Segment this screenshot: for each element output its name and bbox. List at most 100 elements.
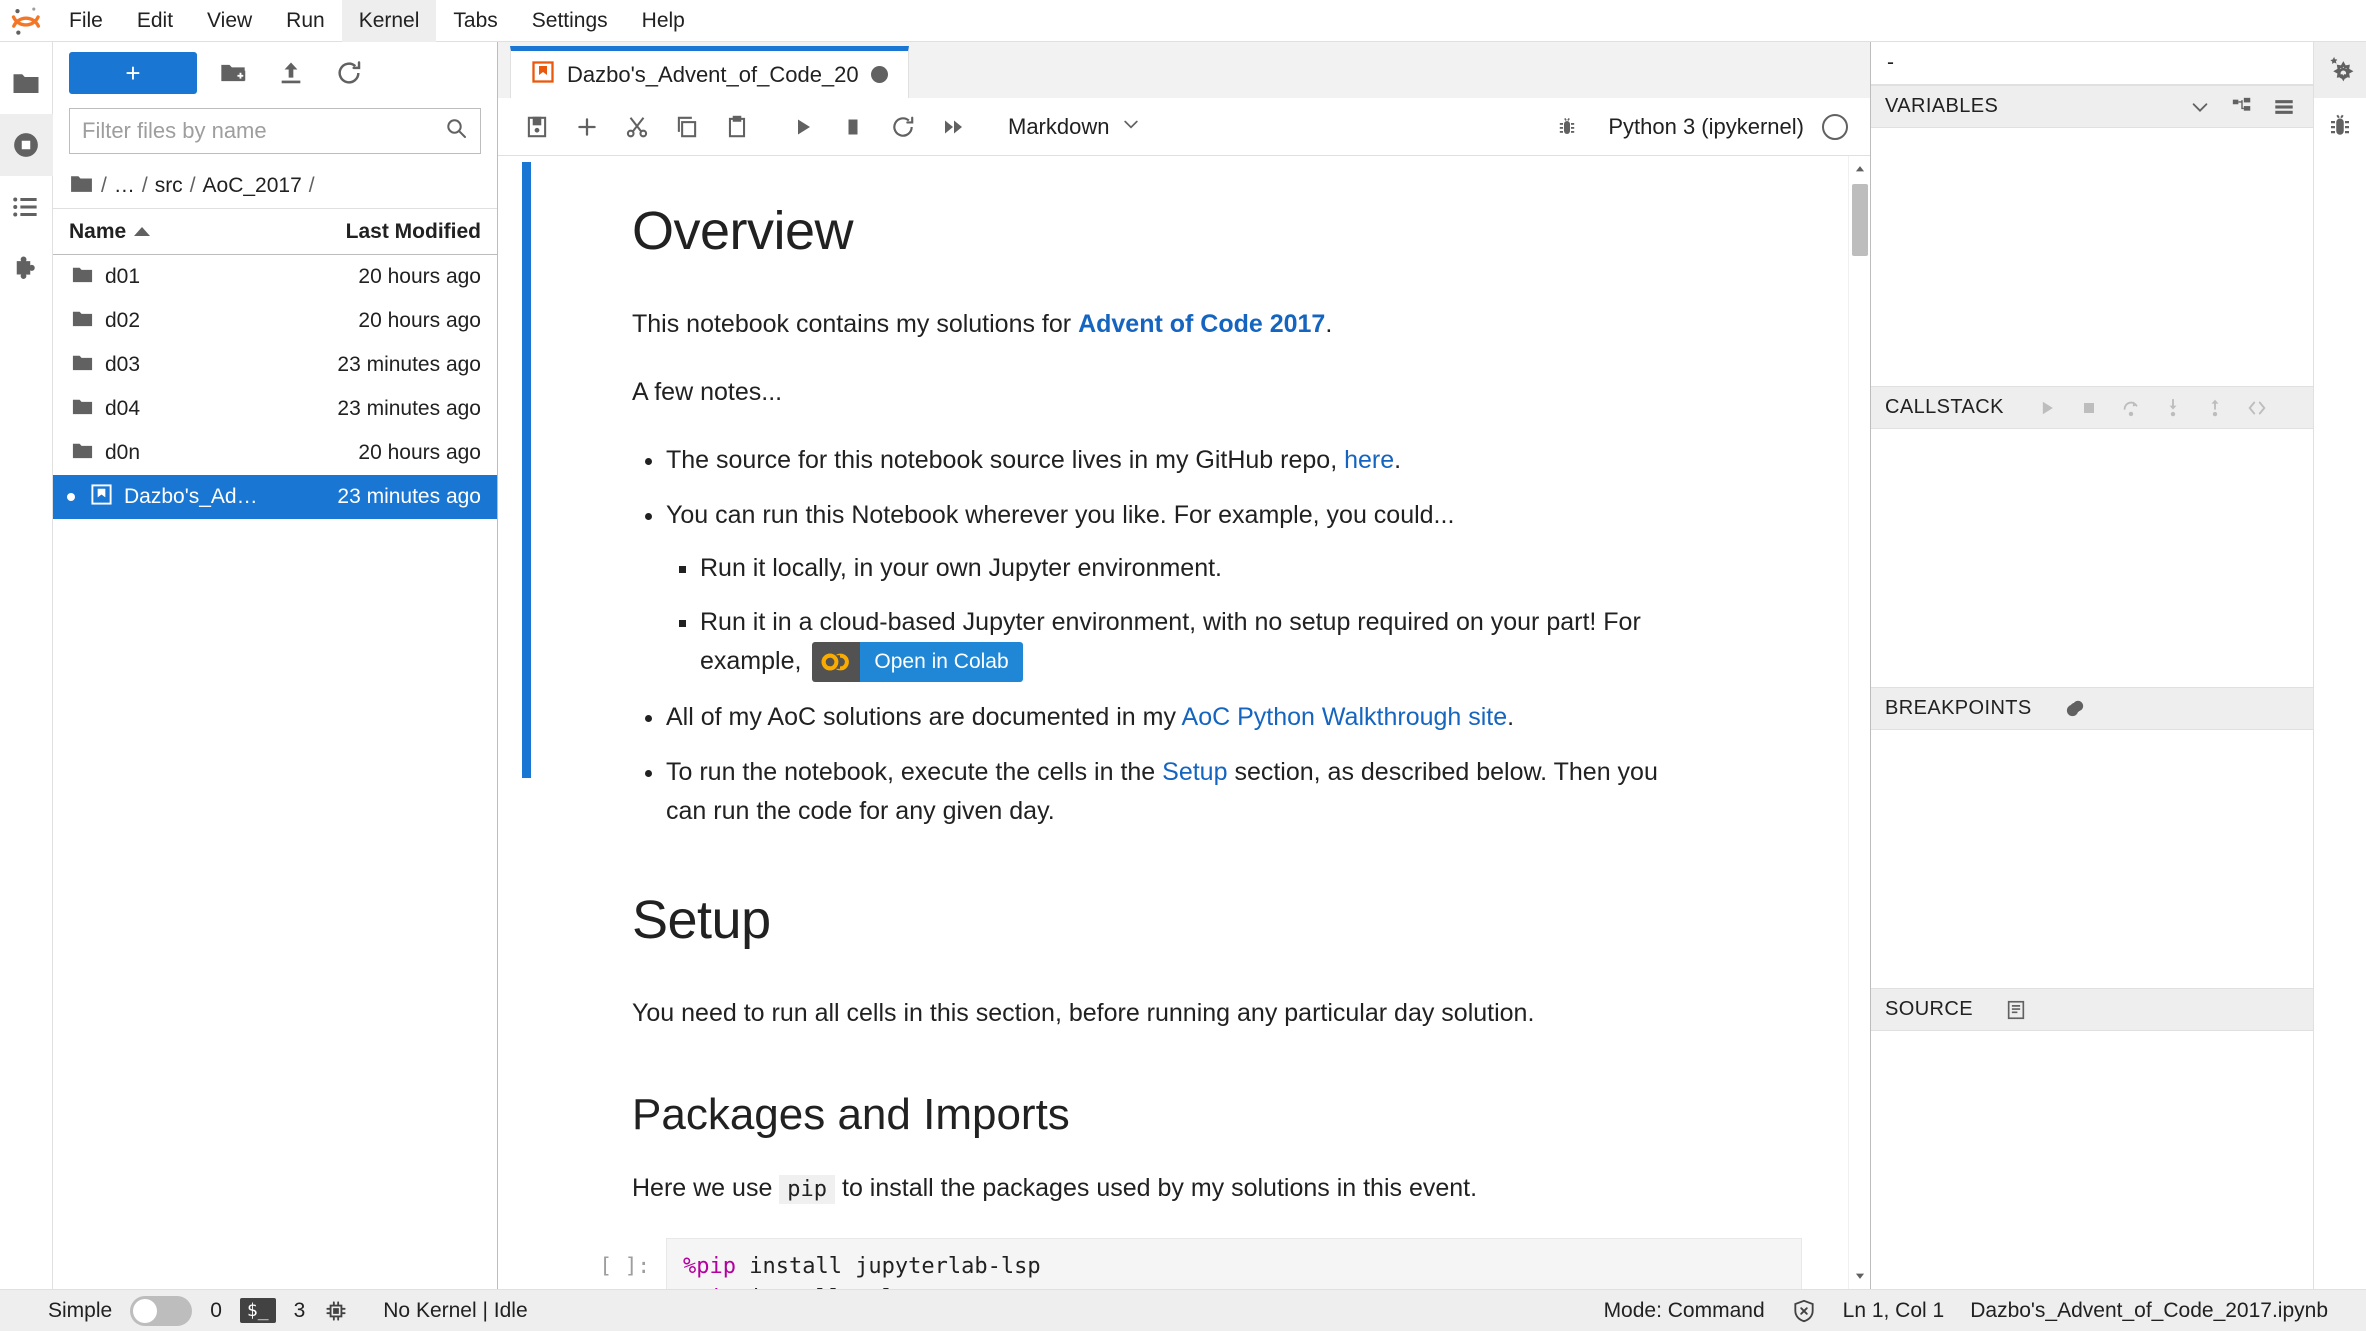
notebook-mode-indicator[interactable]: Mode: Command [1604, 1299, 1765, 1323]
menu-bar: File Edit View Run Kernel Tabs Settings … [0, 0, 2366, 42]
cell-type-dropdown[interactable]: Markdown [1002, 110, 1147, 144]
paste-icon[interactable] [714, 104, 760, 150]
menu-help[interactable]: Help [625, 0, 702, 42]
code-magic-token: %pip [683, 1253, 736, 1279]
sidebar-item-running-sessions[interactable] [0, 114, 53, 176]
menu-run[interactable]: Run [269, 0, 342, 42]
menu-view[interactable]: View [190, 0, 269, 42]
list-item[interactable]: d02 20 hours ago [53, 299, 497, 343]
property-inspector-gear-icon[interactable] [2313, 42, 2366, 98]
new-launcher-button[interactable]: + [69, 52, 197, 94]
stop-square-icon[interactable] [830, 104, 876, 150]
open-source-file-icon[interactable] [2001, 995, 2031, 1025]
tree-view-icon[interactable] [2227, 92, 2257, 122]
packages-suffix-text: to install the packages used by my solut… [835, 1174, 1478, 1203]
link-advent-of-code-2017[interactable]: Advent of Code 2017 [1078, 310, 1325, 338]
code-cell-pip-install[interactable]: [ ]: %pip install jupyterlab-lsp %pip in… [522, 1237, 1848, 1289]
right-activity-bar [2313, 42, 2366, 1289]
list-item[interactable]: d04 23 minutes ago [53, 387, 497, 431]
terminate-stop-square-icon[interactable] [2074, 393, 2104, 423]
sidebar-item-extension-manager[interactable] [0, 238, 53, 300]
search-input[interactable] [82, 118, 444, 144]
debugger-section-callstack-header[interactable]: CALLSTACK [1871, 386, 2313, 429]
tab-notebook-dazbos-advent-of-code[interactable]: Dazbo's_Advent_of_Code_20 [510, 46, 909, 98]
no-trust-shield-icon[interactable] [1791, 1298, 1817, 1324]
continue-play-icon[interactable] [2032, 393, 2062, 423]
menu-edit[interactable]: Edit [120, 0, 190, 42]
status-bar-right: Mode: Command Ln 1, Col 1 Dazbo's_Advent… [1604, 1298, 2366, 1324]
breakpoints-icon[interactable] [2060, 694, 2090, 724]
list-item[interactable]: d01 20 hours ago [53, 255, 497, 299]
markdown-cell-rendered[interactable]: Overview This notebook contains my solut… [632, 156, 1762, 1208]
filter-files-box[interactable] [69, 108, 481, 154]
running-indicator-dot [67, 493, 75, 501]
scissors-icon[interactable] [614, 104, 660, 150]
chevron-down-icon[interactable] [1849, 1265, 1870, 1287]
kernel-status-text[interactable]: No Kernel | Idle [383, 1299, 527, 1323]
breadcrumb-aoc2017[interactable]: AoC_2017 [203, 174, 302, 198]
kernel-name-label[interactable]: Python 3 (ipykernel) [1608, 114, 1804, 140]
notebook-scrollbar[interactable] [1848, 156, 1870, 1289]
kernel-session-count[interactable]: 0 [210, 1299, 222, 1323]
link-here[interactable]: here [1344, 446, 1394, 474]
list-item-selected-notebook[interactable]: Dazbo's_Ad… 23 minutes ago [53, 475, 497, 519]
debugger-bug-icon[interactable] [2314, 98, 2366, 154]
breadcrumb-src[interactable]: src [155, 174, 183, 198]
terminal-badge-icon[interactable]: $_ [239, 1298, 276, 1323]
status-bar-left: Simple 0 $_ 3 No Kernel | Idle [0, 1295, 528, 1326]
evaluate-code-icon[interactable] [2242, 393, 2272, 423]
cursor-position[interactable]: Ln 1, Col 1 [1843, 1299, 1945, 1323]
simple-mode-toggle[interactable] [130, 1295, 193, 1326]
scrollbar-thumb[interactable] [1852, 184, 1868, 256]
open-in-colab-badge[interactable]: Open in Colab [812, 642, 1023, 683]
list-item: The source for this notebook source live… [666, 441, 1702, 480]
folder-icon[interactable] [69, 171, 94, 202]
list-item[interactable]: d0n 20 hours ago [53, 431, 497, 475]
sidebar-item-file-browser[interactable] [0, 52, 53, 114]
table-view-icon[interactable] [2269, 92, 2299, 122]
step-into-icon[interactable] [2158, 393, 2188, 423]
debugger-section-breakpoints-header[interactable]: BREAKPOINTS [1871, 687, 2313, 730]
menu-settings[interactable]: Settings [515, 0, 625, 42]
file-modified: 23 minutes ago [337, 353, 481, 376]
copy-icon[interactable] [664, 104, 710, 150]
terminal-count[interactable]: 3 [294, 1299, 306, 1323]
debugger-section-source-header[interactable]: SOURCE [1871, 988, 2313, 1031]
chevron-down-icon[interactable] [2185, 92, 2215, 122]
link-aoc-python-walkthrough-site[interactable]: AoC Python Walkthrough site [1182, 703, 1508, 731]
play-icon[interactable] [780, 104, 826, 150]
chevron-up-icon[interactable] [1849, 158, 1870, 180]
debugger-section-variables-header[interactable]: VARIABLES [1871, 85, 2313, 128]
save-icon[interactable] [514, 104, 560, 150]
menu-tabs[interactable]: Tabs [436, 0, 514, 42]
simple-mode-label[interactable]: Simple [48, 1299, 112, 1323]
list-item[interactable]: d03 23 minutes ago [53, 343, 497, 387]
refresh-icon[interactable] [327, 52, 371, 94]
restart-circle-icon[interactable] [880, 104, 926, 150]
menu-file[interactable]: File [52, 0, 120, 42]
breakpoints-header-tools [2060, 694, 2090, 724]
source-header-tools [2001, 995, 2031, 1025]
step-out-icon[interactable] [2200, 393, 2230, 423]
new-folder-icon[interactable] [211, 52, 255, 94]
breadcrumb-ellipsis[interactable]: … [114, 174, 135, 198]
menu-kernel[interactable]: Kernel [341, 0, 437, 42]
link-setup[interactable]: Setup [1162, 758, 1227, 786]
plus-icon[interactable] [564, 104, 610, 150]
fast-forward-icon[interactable] [930, 104, 976, 150]
column-header-name[interactable]: Name [53, 220, 297, 244]
code-editor[interactable]: %pip install jupyterlab-lsp %pip install… [666, 1237, 1802, 1289]
bug-icon[interactable] [1544, 104, 1590, 150]
tab-title: Dazbo's_Advent_of_Code_20 [567, 61, 859, 87]
chevron-down-icon [1121, 114, 1141, 140]
step-over-icon[interactable] [2116, 393, 2146, 423]
unsaved-changes-dot-icon[interactable] [870, 66, 888, 83]
kernel-idle-circle-icon[interactable] [1822, 113, 1848, 140]
upload-icon[interactable] [269, 52, 313, 94]
column-header-last-modified[interactable]: Last Modified [297, 220, 497, 244]
cpu-chip-icon[interactable] [323, 1298, 349, 1324]
sidebar-item-table-of-contents[interactable] [0, 176, 53, 238]
file-list-header: Name Last Modified [53, 208, 497, 255]
cell-type-value: Markdown [1008, 113, 1110, 139]
notebook-cells-container: Overview This notebook contains my solut… [498, 156, 1848, 1289]
